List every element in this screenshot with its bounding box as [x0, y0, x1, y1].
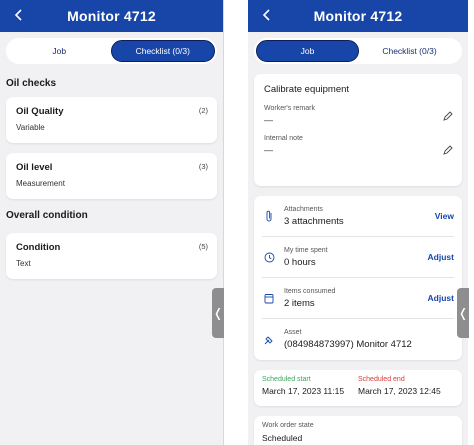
items-consumed-label: Items consumed: [284, 287, 336, 295]
checklist-item-type: Measurement: [16, 179, 65, 188]
checklist-item-name: Condition: [16, 242, 61, 253]
adjust-items-button[interactable]: Adjust: [428, 293, 454, 303]
tab-checklist[interactable]: Checklist (0/3): [110, 40, 215, 62]
box-icon: [262, 293, 276, 304]
scheduled-end-value: March 17, 2023 12:45: [358, 386, 441, 396]
paperclip-icon: [262, 210, 276, 222]
time-spent-label: My time spent: [284, 246, 328, 254]
section-title-overall-condition: Overall condition: [6, 210, 88, 221]
attachments-value: 3 attachments: [284, 215, 344, 227]
page-title: Monitor 4712: [67, 8, 156, 24]
work-order-state-card[interactable]: Work order state Scheduled: [254, 416, 462, 445]
checklist-item-type: Text: [16, 259, 31, 268]
view-attachments-link[interactable]: View: [435, 211, 454, 221]
scheduled-end-label: Scheduled end: [358, 376, 405, 383]
checklist-item-badge: (3): [198, 162, 208, 171]
checklist-item-name: Oil Quality: [16, 106, 64, 117]
checklist-screen: Monitor 4712 Job Checklist (0/3) Oil che…: [0, 0, 224, 445]
time-spent-value: 0 hours: [284, 256, 316, 268]
side-panel-handle-icon[interactable]: ❬: [457, 288, 469, 338]
back-arrow-icon[interactable]: [258, 6, 276, 24]
checklist-item-condition[interactable]: Condition Text (5): [6, 233, 217, 279]
checklist-item-badge: (2): [198, 106, 208, 115]
checklist-item-type: Variable: [16, 123, 45, 132]
tab-checklist[interactable]: Checklist (0/3): [359, 40, 460, 62]
attachments-label: Attachments: [284, 205, 323, 213]
top-bar: Monitor 4712: [248, 0, 468, 32]
checklist-item-oil-quality[interactable]: Oil Quality Variable (2): [6, 97, 217, 143]
schedule-card: Scheduled start March 17, 2023 11:15 Sch…: [254, 370, 462, 406]
workers-remark-label: Worker's remark: [264, 105, 315, 112]
work-order-state-label: Work order state: [262, 422, 314, 429]
task-card: Calibrate equipment Worker's remark — In…: [254, 74, 462, 186]
side-panel-handle-icon[interactable]: ❬: [212, 288, 224, 338]
checklist-item-name: Oil level: [16, 162, 53, 173]
scheduled-start-label: Scheduled start: [262, 376, 311, 383]
tab-bar: Job Checklist (0/3): [6, 38, 217, 64]
time-spent-row[interactable]: My time spent 0 hours Adjust: [262, 237, 454, 278]
checklist-item-oil-level[interactable]: Oil level Measurement (3): [6, 153, 217, 199]
work-order-state-value: Scheduled: [262, 433, 303, 443]
attachments-row[interactable]: Attachments 3 attachments View: [262, 196, 454, 237]
internal-note-value: —: [264, 145, 273, 155]
asset-row[interactable]: Asset (084984873997) Monitor 4712: [262, 319, 454, 360]
job-screen: Monitor 4712 Job Checklist (0/3) Calibra…: [248, 0, 468, 445]
checklist-item-badge: (5): [198, 242, 208, 251]
back-arrow-icon[interactable]: [10, 6, 28, 24]
tab-bar: Job Checklist (0/3): [254, 38, 462, 64]
top-bar: Monitor 4712: [0, 0, 223, 32]
items-consumed-value: 2 items: [284, 297, 315, 309]
clock-icon: [262, 252, 276, 263]
scheduled-start-value: March 17, 2023 11:15: [262, 386, 345, 396]
adjust-time-button[interactable]: Adjust: [428, 252, 454, 262]
task-title: Calibrate equipment: [264, 84, 350, 95]
job-info-card: Attachments 3 attachments View My time s…: [254, 196, 462, 360]
internal-note-label: Internal note: [264, 135, 303, 142]
tab-job[interactable]: Job: [8, 40, 111, 62]
edit-note-pencil-icon[interactable]: [443, 142, 453, 155]
tab-job[interactable]: Job: [256, 40, 359, 62]
workers-remark-value: —: [264, 115, 273, 125]
asset-icon: [262, 334, 276, 346]
asset-label: Asset: [284, 329, 302, 336]
page-title: Monitor 4712: [313, 8, 403, 24]
asset-value: (084984873997) Monitor 4712: [284, 339, 412, 350]
section-title-oil-checks: Oil checks: [6, 78, 57, 89]
items-consumed-row[interactable]: Items consumed 2 items Adjust: [262, 278, 454, 319]
edit-remark-pencil-icon[interactable]: [443, 108, 453, 121]
